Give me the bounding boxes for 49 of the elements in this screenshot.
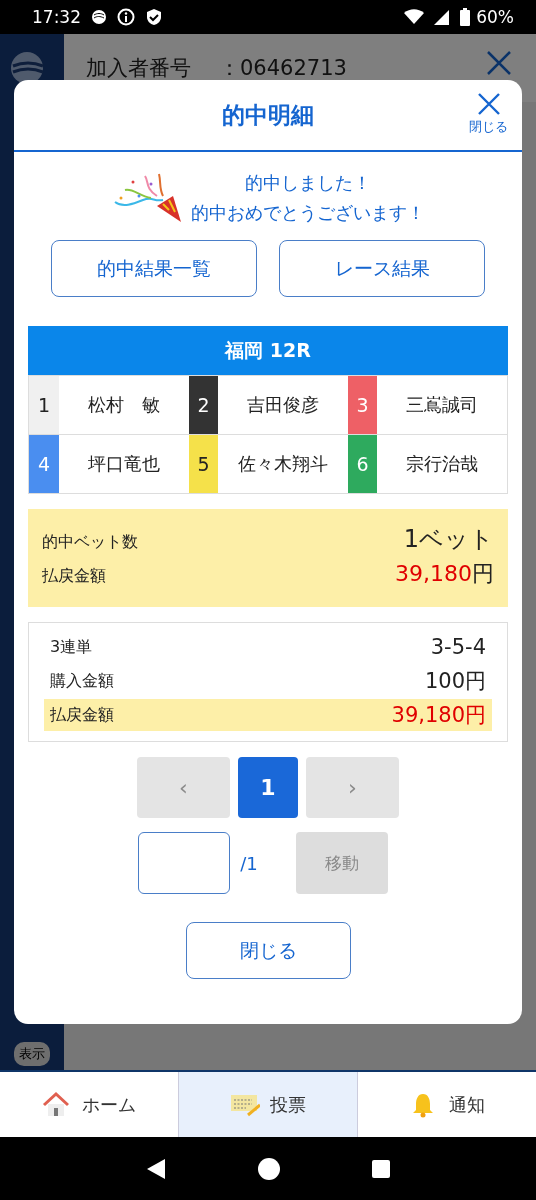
racer-number: 1 bbox=[29, 375, 59, 434]
display-badge: 表示 bbox=[14, 1042, 50, 1066]
summary-value: 39,180円 bbox=[395, 560, 494, 588]
congrats-message: 的中おめでとうございます！ bbox=[191, 201, 425, 225]
page-button[interactable]: 1 bbox=[238, 757, 298, 818]
house-icon bbox=[42, 1090, 72, 1119]
battery-percent: 60% bbox=[476, 7, 514, 27]
app-notification-icon bbox=[91, 9, 107, 25]
recents-icon bbox=[371, 1158, 391, 1179]
close-button[interactable]: 閉じる bbox=[185, 922, 351, 979]
summary-label: 的中ベット数 bbox=[42, 532, 138, 553]
dialog-title: 的中明細 bbox=[222, 100, 314, 130]
racer-number: 3 bbox=[348, 375, 377, 434]
nav-tab[interactable]: 投票 bbox=[178, 1072, 358, 1137]
nav-tab[interactable]: 通知 bbox=[358, 1072, 536, 1137]
racer-name: 三嶌誠司 bbox=[377, 375, 507, 434]
shield-icon bbox=[145, 8, 163, 26]
home-icon bbox=[257, 1156, 281, 1181]
close-icon bbox=[476, 92, 501, 116]
racer-number: 2 bbox=[189, 375, 218, 434]
member-number: ：06462713 bbox=[219, 55, 348, 82]
info-icon bbox=[117, 8, 135, 26]
detail-label: 購入金額 bbox=[50, 670, 114, 692]
page-total: /1 bbox=[240, 852, 258, 874]
page-input-field[interactable] bbox=[138, 832, 231, 894]
detail-value: 3-5-4 bbox=[430, 635, 486, 659]
racer-number: 4 bbox=[29, 434, 59, 493]
summary-value: 1ベット bbox=[403, 524, 494, 555]
racer-number: 5 bbox=[189, 434, 218, 493]
detail-value: 39,180円 bbox=[391, 702, 486, 729]
back-icon bbox=[145, 1156, 167, 1181]
nav-tab[interactable]: ホーム bbox=[0, 1072, 178, 1137]
clock-time: 17:32 bbox=[32, 7, 81, 27]
wifi-icon bbox=[404, 9, 425, 25]
congrats-message: 的中しました！ bbox=[245, 171, 371, 195]
summary-label: 払戻金額 bbox=[42, 566, 106, 587]
battery-icon bbox=[460, 8, 471, 26]
detail-label: 払戻金額 bbox=[50, 704, 114, 726]
racer-name: 宗行治哉 bbox=[377, 434, 507, 493]
racer-number: 6 bbox=[348, 434, 377, 493]
link-button[interactable]: レース結果 bbox=[279, 240, 485, 297]
link-button[interactable]: 的中結果一覧 bbox=[51, 240, 257, 297]
race-title-bar: 福岡 12R bbox=[28, 326, 508, 375]
signal-icon bbox=[434, 9, 451, 25]
close-icon bbox=[486, 50, 512, 76]
member-number-label: 加入者番号 bbox=[86, 55, 191, 82]
detail-value: 100円 bbox=[424, 668, 486, 695]
close-button[interactable]: 閉じる bbox=[469, 92, 508, 136]
detail-label: 3連単 bbox=[50, 636, 93, 658]
